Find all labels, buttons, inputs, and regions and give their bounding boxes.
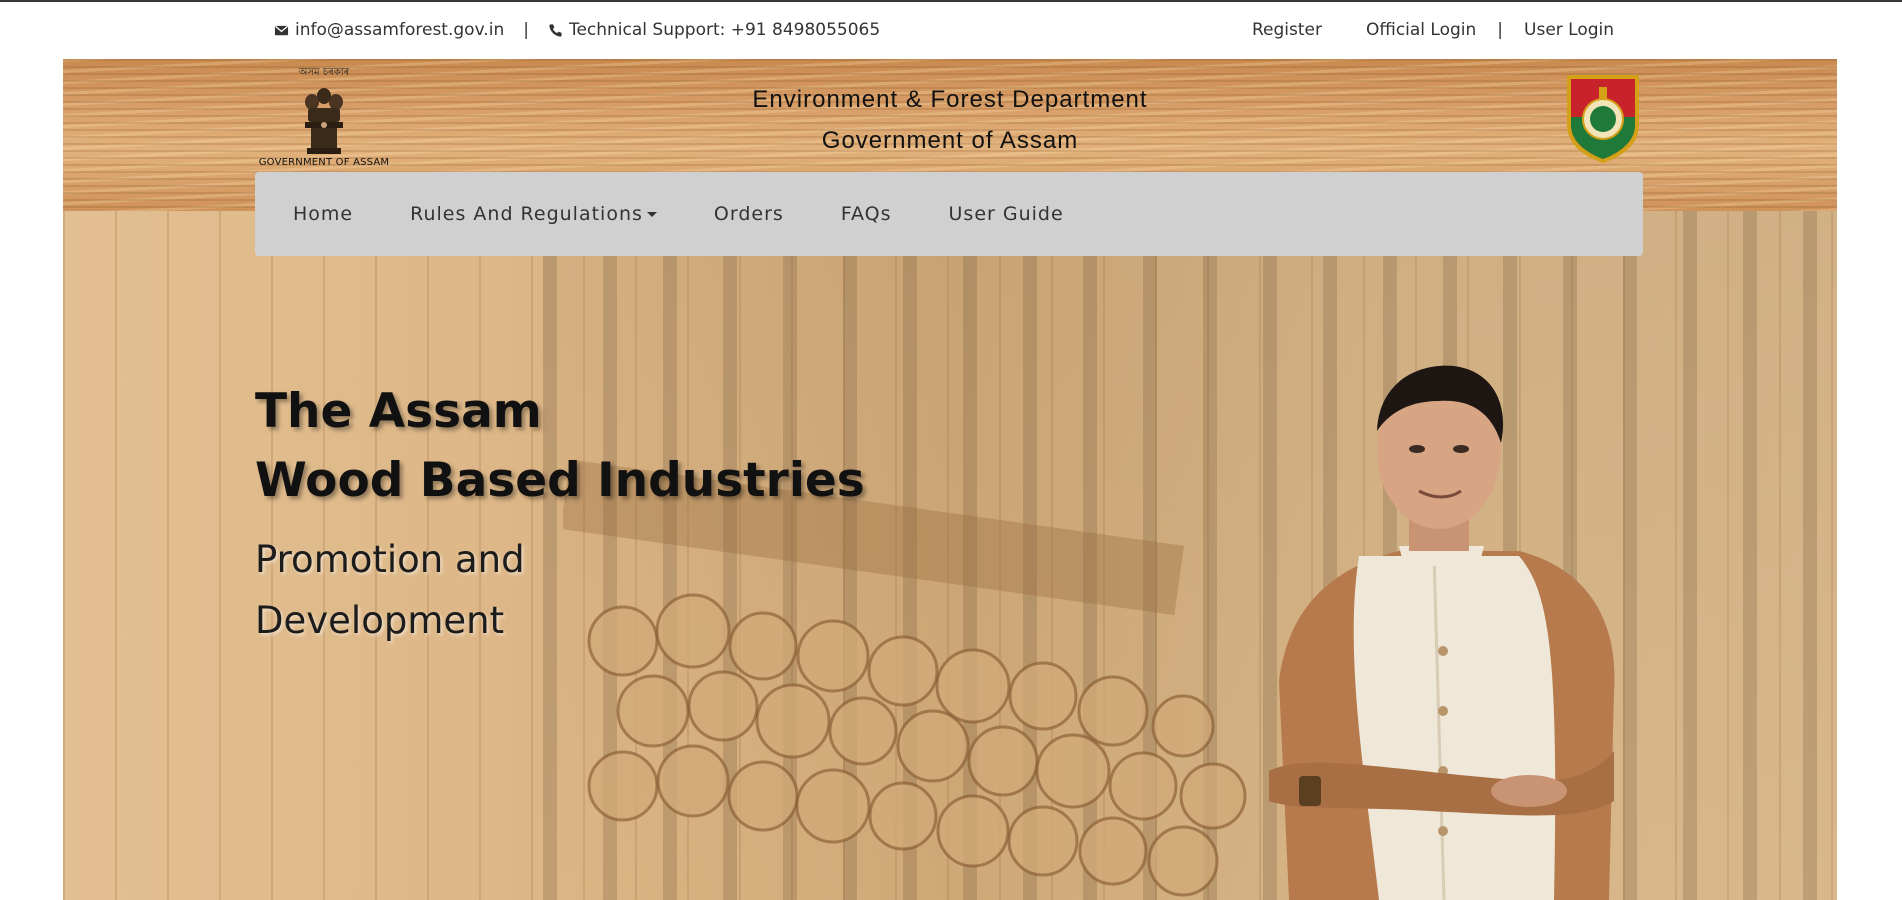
- hero-title-line: The Assam: [255, 384, 542, 439]
- account-links: Register Official Login | User Login: [1252, 20, 1614, 40]
- mail-icon: [274, 25, 289, 35]
- nav-item-user-guide[interactable]: User Guide: [949, 203, 1064, 225]
- official-login-link[interactable]: Official Login: [1366, 20, 1476, 40]
- hero-title-line: Wood Based Industries: [255, 453, 865, 508]
- hero-subtitle-line: Development: [255, 599, 505, 642]
- nav-item-home[interactable]: Home: [293, 203, 353, 225]
- caret-down-icon: [646, 212, 657, 217]
- separator: |: [1497, 20, 1504, 40]
- contact-info: info@assamforest.gov.in | Technical Supp…: [274, 20, 880, 40]
- hero-title: The Assam Wood Based Industries: [255, 377, 865, 515]
- chief-minister-photo: [1269, 365, 1615, 900]
- nav-item-label: User Guide: [948, 203, 1064, 225]
- main-frame: অসম চৰকাৰ GOVERNMENT OF ASSAM Environmen…: [63, 59, 1837, 900]
- hero-subtitle-line: Promotion and: [255, 538, 525, 581]
- nav-item-faqs[interactable]: FAQs: [841, 203, 892, 225]
- top-utility-bar: info@assamforest.gov.in | Technical Supp…: [0, 2, 1902, 58]
- hero-section: The Assam Wood Based Industries Promotio…: [63, 211, 1837, 900]
- separator: |: [523, 20, 529, 40]
- forest-department-badge-icon[interactable]: [1561, 69, 1645, 165]
- register-link[interactable]: Register: [1252, 20, 1322, 40]
- hero-subtitle: Promotion and Development: [255, 529, 525, 651]
- contact-email[interactable]: info@assamforest.gov.in: [295, 20, 504, 40]
- main-navigation: Home Rules And Regulations Orders FAQs U…: [255, 172, 1643, 256]
- nav-item-label: FAQs: [840, 203, 892, 225]
- nav-item-label: Home: [293, 203, 354, 225]
- nav-item-label: Rules And Regulations: [410, 203, 643, 225]
- nav-item-rules-and-regulations[interactable]: Rules And Regulations: [410, 203, 657, 225]
- nav-item-label: Orders: [713, 203, 784, 225]
- user-login-link[interactable]: User Login: [1524, 20, 1614, 40]
- phone-icon: [549, 23, 562, 37]
- nav-item-orders[interactable]: Orders: [714, 203, 784, 225]
- technical-support: Technical Support: +91 8498055065: [568, 20, 881, 40]
